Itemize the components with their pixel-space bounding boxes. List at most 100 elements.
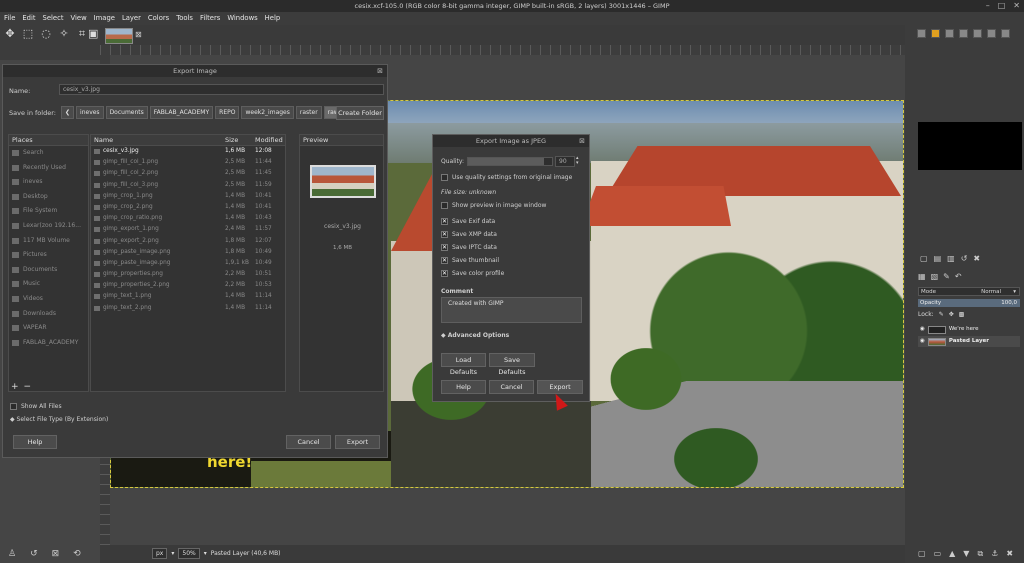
place-item[interactable]: Music: [9, 277, 88, 292]
file-row[interactable]: gimp_properties.png 2,2 MB 10:51: [91, 269, 285, 280]
menu-filters[interactable]: Filters: [200, 12, 220, 25]
save-color-profile-row[interactable]: ✕ Save color profile: [441, 270, 504, 277]
save-exif-row[interactable]: ✕ Save Exif data: [441, 218, 495, 225]
create-folder-button[interactable]: Create Folder: [336, 106, 384, 120]
down-icon[interactable]: ▼: [963, 545, 969, 563]
reset-icon[interactable]: ⟲: [73, 545, 81, 563]
person-icon[interactable]: ♙: [8, 545, 16, 563]
export-button[interactable]: Export: [335, 435, 380, 449]
undo-tab-icon[interactable]: ↶: [955, 272, 962, 281]
lock-position-icon[interactable]: ✥: [949, 311, 954, 318]
column-name[interactable]: Name: [91, 135, 225, 145]
menu-select[interactable]: Select: [43, 12, 64, 25]
place-item[interactable]: Search: [9, 146, 88, 161]
delete-icon[interactable]: ✖: [1006, 545, 1013, 563]
file-row[interactable]: cesix_v3.jpg 1,6 MB 12:08: [91, 146, 285, 157]
pattern-icon[interactable]: [931, 29, 940, 38]
file-row[interactable]: gimp_paste_image.png 1,9,1 kB 10:49: [91, 258, 285, 269]
quality-spinner[interactable]: ▴ ▾: [576, 156, 584, 167]
anchor-icon[interactable]: ⚓: [991, 545, 998, 563]
menu-tools[interactable]: Tools: [176, 12, 193, 25]
close-icon[interactable]: ⊠: [377, 65, 383, 77]
restore-icon[interactable]: ↺: [30, 545, 38, 563]
save-icon[interactable]: ▥: [947, 254, 955, 263]
lasso-icon[interactable]: ◌: [39, 27, 53, 41]
breadcrumb-back-icon[interactable]: ❮: [61, 106, 75, 119]
place-item[interactable]: Downloads: [9, 307, 88, 322]
file-row[interactable]: gimp_crop_ratio.png 1,4 MB 10:43: [91, 213, 285, 224]
eye-icon[interactable]: ◉: [920, 336, 925, 347]
file-row[interactable]: gimp_crop_2.png 1,4 MB 10:41: [91, 202, 285, 213]
remove-place-button[interactable]: −: [24, 382, 32, 392]
file-row[interactable]: gimp_text_2.png 1,4 MB 11:14: [91, 303, 285, 314]
file-row[interactable]: gimp_properties_2.png 2,2 MB 10:53: [91, 280, 285, 291]
rect-select-icon[interactable]: ⬚: [21, 27, 35, 41]
breadcrumb-item[interactable]: ineves: [76, 106, 104, 119]
minimize-button[interactable]: –: [986, 0, 990, 12]
tool-options-icon[interactable]: [987, 29, 996, 38]
up-icon[interactable]: ▲: [949, 545, 955, 563]
menu-view[interactable]: View: [71, 12, 87, 25]
save-defaults-button[interactable]: Save Defaults: [489, 353, 535, 376]
column-size[interactable]: Size: [225, 135, 255, 145]
show-all-row[interactable]: Show All Files: [10, 403, 62, 410]
layers-tab-icon[interactable]: ▦: [918, 272, 926, 281]
maximize-button[interactable]: □: [998, 0, 1006, 12]
breadcrumb-item[interactable]: raster: [295, 106, 322, 119]
close-icon[interactable]: ⊠: [579, 135, 585, 147]
show-preview-row[interactable]: Show preview in image window: [441, 202, 546, 209]
breadcrumb-item[interactable]: FABLAB_ACADEMY: [149, 106, 214, 119]
unit-select[interactable]: px: [152, 548, 168, 559]
help-button[interactable]: Help: [13, 435, 57, 449]
close-button[interactable]: ✕: [1013, 0, 1020, 12]
paths-tab-icon[interactable]: ✎: [943, 272, 950, 281]
menu-file[interactable]: File: [4, 12, 15, 25]
comment-textarea[interactable]: Created with GIMP: [441, 297, 582, 323]
file-row[interactable]: gimp_fill_col_2.png 2,5 MB 11:45: [91, 168, 285, 179]
fuzzy-select-icon[interactable]: ✧: [57, 27, 71, 41]
menu-image[interactable]: Image: [94, 12, 115, 25]
breadcrumb-item[interactable]: REPO: [215, 106, 240, 119]
reset-icon[interactable]: ↺: [961, 254, 968, 263]
duplicate-icon[interactable]: ⧉: [977, 545, 983, 563]
place-item[interactable]: 117 MB Volume: [9, 234, 88, 249]
lock-alpha-icon[interactable]: ▩: [959, 311, 965, 318]
crop-icon[interactable]: ⌗: [75, 27, 89, 41]
file-row[interactable]: gimp_crop_1.png 1,4 MB 10:41: [91, 191, 285, 202]
show-preview-checkbox[interactable]: [441, 202, 448, 209]
new-layer-icon[interactable]: ▢: [918, 545, 926, 563]
new-icon[interactable]: ▢: [920, 254, 928, 263]
place-item[interactable]: Lexar(zoo 192.16...: [9, 219, 88, 234]
delete-icon[interactable]: ⊠: [52, 545, 60, 563]
show-all-checkbox[interactable]: [10, 403, 17, 410]
add-place-button[interactable]: +: [11, 382, 19, 392]
eye-icon[interactable]: ◉: [920, 324, 925, 335]
save-xmp-row[interactable]: ✕ Save XMP data: [441, 231, 497, 238]
open-icon[interactable]: ▤: [934, 254, 942, 263]
file-row[interactable]: gimp_export_2.png 1,8 MB 12:07: [91, 236, 285, 247]
jpeg-cancel-button[interactable]: Cancel: [489, 380, 534, 394]
filename-input[interactable]: cesix_v3.jpg: [59, 84, 384, 95]
place-item[interactable]: Pictures: [9, 248, 88, 263]
file-type-expander[interactable]: ◆ Select File Type (By Extension): [10, 416, 108, 423]
jpeg-help-button[interactable]: Help: [441, 380, 486, 394]
advanced-options-expander[interactable]: ◆ Advanced Options: [441, 332, 509, 339]
breadcrumb-item[interactable]: Documents: [105, 106, 148, 119]
more-tools-icon[interactable]: ▣: [88, 27, 98, 41]
place-item[interactable]: ineves: [9, 175, 88, 190]
menu-colors[interactable]: Colors: [148, 12, 169, 25]
menu-help[interactable]: Help: [265, 12, 281, 25]
quality-slider[interactable]: [467, 157, 553, 166]
cancel-button[interactable]: Cancel: [286, 435, 331, 449]
opacity-slider[interactable]: Opacity 100,0: [918, 299, 1020, 307]
place-item[interactable]: Videos: [9, 292, 88, 307]
save-thumbnail-checkbox[interactable]: ✕: [441, 257, 448, 264]
load-defaults-button[interactable]: Load Defaults: [441, 353, 486, 376]
breadcrumb-item[interactable]: week2_images: [241, 106, 294, 119]
file-row[interactable]: gimp_export_1.png 2,4 MB 11:57: [91, 224, 285, 235]
delete-icon[interactable]: ✖: [973, 254, 980, 263]
gradient-icon[interactable]: [959, 29, 968, 38]
menu-edit[interactable]: Edit: [22, 12, 35, 25]
place-item[interactable]: VAPEAR: [9, 321, 88, 336]
close-tab-icon[interactable]: ⊠: [135, 30, 142, 39]
